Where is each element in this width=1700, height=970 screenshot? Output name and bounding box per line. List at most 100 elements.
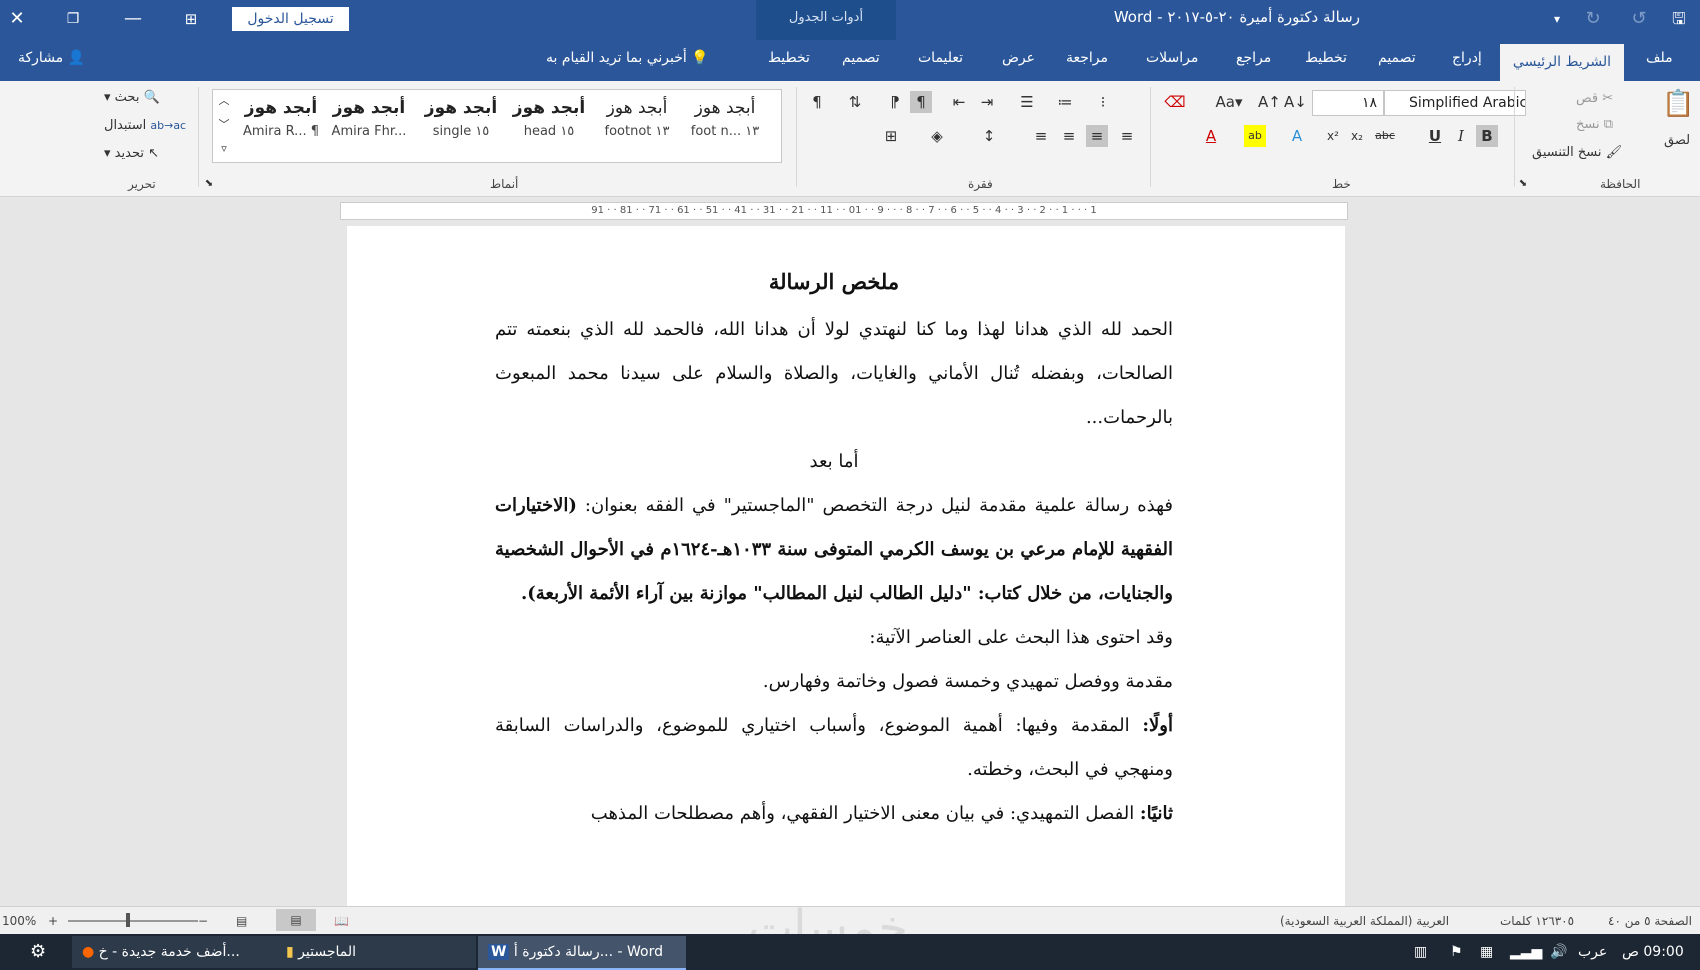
signin-button[interactable]: تسجيل الدخول xyxy=(232,7,349,31)
zoom-level[interactable]: 100% xyxy=(2,914,36,928)
clock[interactable]: 09:00 ص xyxy=(1612,936,1694,968)
tab-references[interactable]: مراجع xyxy=(1236,50,1271,66)
shading-icon[interactable]: ◈ xyxy=(926,125,948,147)
paste-icon[interactable]: 📋 xyxy=(1662,89,1694,119)
horizontal-ruler[interactable]: 91 · · 81 · · 71 · · 61 · · 51 · · 41 · … xyxy=(340,202,1348,220)
style-footnot[interactable]: أبجد هوز footnot ١٣ xyxy=(597,98,677,139)
page-number[interactable]: الصفحة ٥ من ٤٠ xyxy=(1608,914,1692,928)
zoom-in-icon[interactable]: + xyxy=(48,914,58,928)
change-case-icon[interactable]: Aa▾ xyxy=(1212,91,1246,113)
language-status[interactable]: العربية (المملكة العربية السعودية) xyxy=(1280,914,1449,928)
person-icon: 👤 xyxy=(67,50,86,66)
rtl-icon[interactable]: ¶ xyxy=(910,91,932,113)
shrink-font-icon[interactable]: A↓ xyxy=(1284,91,1307,113)
tab-insert[interactable]: إدراج xyxy=(1452,50,1482,66)
tab-home[interactable]: الشريط الرئيسي xyxy=(1500,44,1624,81)
highlight-icon[interactable]: ab xyxy=(1244,125,1266,147)
style-amira-r[interactable]: أبجد هوز Amira R... ¶ xyxy=(241,98,321,139)
copy-icon: ⧉ xyxy=(1603,117,1614,132)
show-marks-icon[interactable]: ¶ xyxy=(806,91,828,113)
taskbar-word[interactable]: W رسالة دكتورة أ... - Word xyxy=(478,936,686,970)
document-body[interactable]: ملخص الرسالة الحمد لله الذي هدانا لهذا و… xyxy=(495,264,1173,836)
font-name-box[interactable]: Simplified Arabic xyxy=(1384,90,1526,116)
grow-font-icon[interactable]: A↑ xyxy=(1258,91,1281,113)
taskbar-firefox[interactable]: ● أضف خدمة جديدة - خ... xyxy=(72,936,282,968)
document-page[interactable]: ملخص الرسالة الحمد لله الذي هدانا لهذا و… xyxy=(347,226,1345,906)
zoom-out-icon[interactable]: − xyxy=(198,914,208,928)
input-language[interactable]: عرب xyxy=(1568,936,1617,968)
focus-icon[interactable]: ▤ xyxy=(236,914,247,928)
copy-button[interactable]: نسخ ⧉ xyxy=(1576,117,1613,132)
close-icon[interactable]: ✕ xyxy=(0,6,34,32)
tab-table-layout[interactable]: تخطيط xyxy=(768,50,810,66)
tab-file[interactable]: ملف xyxy=(1646,50,1673,66)
paragraph-second: ثانيًا: الفصل التمهيدي: في بيان معنى الا… xyxy=(495,792,1173,836)
find-button[interactable]: ▾ بحث 🔍 xyxy=(104,90,160,105)
bullets-icon[interactable]: ⁝ xyxy=(1092,91,1114,113)
network-icon[interactable]: ▥ xyxy=(1404,936,1437,968)
styles-launcher-icon[interactable]: ⬊ xyxy=(198,173,220,195)
justify-icon[interactable]: ≡ xyxy=(1030,125,1052,147)
tab-design[interactable]: تصميم xyxy=(1378,50,1416,66)
sort-icon[interactable]: ⇅ xyxy=(844,91,866,113)
style-foot-n[interactable]: أبجد هوز foot n... ١٣ xyxy=(685,98,765,139)
read-mode-icon[interactable]: 📖 xyxy=(334,914,349,928)
select-button[interactable]: ▾ تحديد ↖ xyxy=(104,146,159,161)
tab-help[interactable]: تعليمات xyxy=(918,50,963,66)
replace-button[interactable]: استبدال ab→ac xyxy=(104,118,186,133)
tab-mailings[interactable]: مراسلات xyxy=(1146,50,1198,66)
start-icon[interactable]: ⚙ xyxy=(20,936,56,968)
bold-icon[interactable]: B xyxy=(1476,125,1498,147)
zoom-slider-thumb[interactable] xyxy=(126,913,130,927)
subscript-icon[interactable]: x₂ xyxy=(1346,125,1368,147)
qat-customize-icon[interactable]: ▾ xyxy=(1540,6,1574,32)
ribbon-display-options-icon[interactable]: ⊞ xyxy=(174,6,208,32)
battery-icon[interactable]: ▦ xyxy=(1470,936,1503,968)
superscript-icon[interactable]: x² xyxy=(1322,125,1344,147)
style-amira-fhr[interactable]: أبجد هوز Amira Fhr... xyxy=(329,98,409,139)
undo-icon[interactable]: ↺ xyxy=(1622,6,1656,32)
gallery-down-icon[interactable]: ﹀ xyxy=(213,114,235,136)
minimize-icon[interactable]: — xyxy=(116,6,150,32)
zoom-slider[interactable] xyxy=(68,920,198,922)
increase-indent-icon[interactable]: ⇤ xyxy=(948,91,970,113)
italic-icon[interactable]: I xyxy=(1450,125,1472,147)
strikethrough-icon[interactable]: abc xyxy=(1374,125,1396,147)
align-right-icon[interactable]: ≡ xyxy=(1116,125,1138,147)
align-left-icon[interactable]: ≡ xyxy=(1058,125,1080,147)
decrease-indent-icon[interactable]: ⇥ xyxy=(976,91,998,113)
taskbar-folder[interactable]: ▮ الماجستير xyxy=(276,936,476,968)
borders-icon[interactable]: ⊞ xyxy=(880,125,902,147)
tab-view[interactable]: عرض xyxy=(1002,50,1035,66)
numbering-icon[interactable]: ≔ xyxy=(1054,91,1076,113)
gallery-more-icon[interactable]: ▿ xyxy=(213,138,235,160)
gallery-up-icon[interactable]: ︿ xyxy=(213,90,235,112)
firefox-icon: ● xyxy=(82,944,95,960)
paste-button[interactable]: لصق xyxy=(1664,133,1690,148)
style-single[interactable]: أبجد هوز single ١٥ xyxy=(421,98,501,139)
tab-layout[interactable]: تخطيط xyxy=(1305,50,1347,66)
font-color-icon[interactable]: A xyxy=(1200,125,1222,147)
share-button[interactable]: مشاركة 👤 xyxy=(18,50,85,66)
text-effects-icon[interactable]: A xyxy=(1286,125,1308,147)
cut-button[interactable]: قص ✂ xyxy=(1576,91,1613,106)
style-head[interactable]: أبجد هوز head ١٥ xyxy=(509,98,589,139)
font-launcher-icon[interactable]: ⬊ xyxy=(1512,173,1534,195)
multilevel-list-icon[interactable]: ☰ xyxy=(1016,91,1038,113)
line-spacing-icon[interactable]: ↕ xyxy=(978,125,1000,147)
align-center-icon[interactable]: ≡ xyxy=(1086,125,1108,147)
flag-icon[interactable]: ⚑ xyxy=(1440,936,1473,968)
restore-icon[interactable]: ❐ xyxy=(56,6,90,32)
tab-table-design[interactable]: تصميم xyxy=(842,50,880,66)
ltr-icon[interactable]: ⁋ xyxy=(884,91,906,113)
format-painter-button[interactable]: نسخ التنسيق 🖌 xyxy=(1532,145,1622,160)
word-count[interactable]: ١٢٦٣٠٥ كلمات xyxy=(1500,914,1574,928)
tab-review[interactable]: مراجعة xyxy=(1066,50,1108,66)
print-layout-icon[interactable]: ▤ xyxy=(276,909,316,931)
tell-me-search[interactable]: أخبرني بما تريد القيام به 💡 xyxy=(546,50,709,66)
font-size-box[interactable]: ١٨ xyxy=(1312,90,1384,116)
clear-formatting-icon[interactable]: ⌫ xyxy=(1164,91,1186,113)
save-icon[interactable]: 🖫 xyxy=(1662,6,1696,32)
underline-icon[interactable]: U xyxy=(1424,125,1446,147)
redo-icon[interactable]: ↻ xyxy=(1576,6,1610,32)
